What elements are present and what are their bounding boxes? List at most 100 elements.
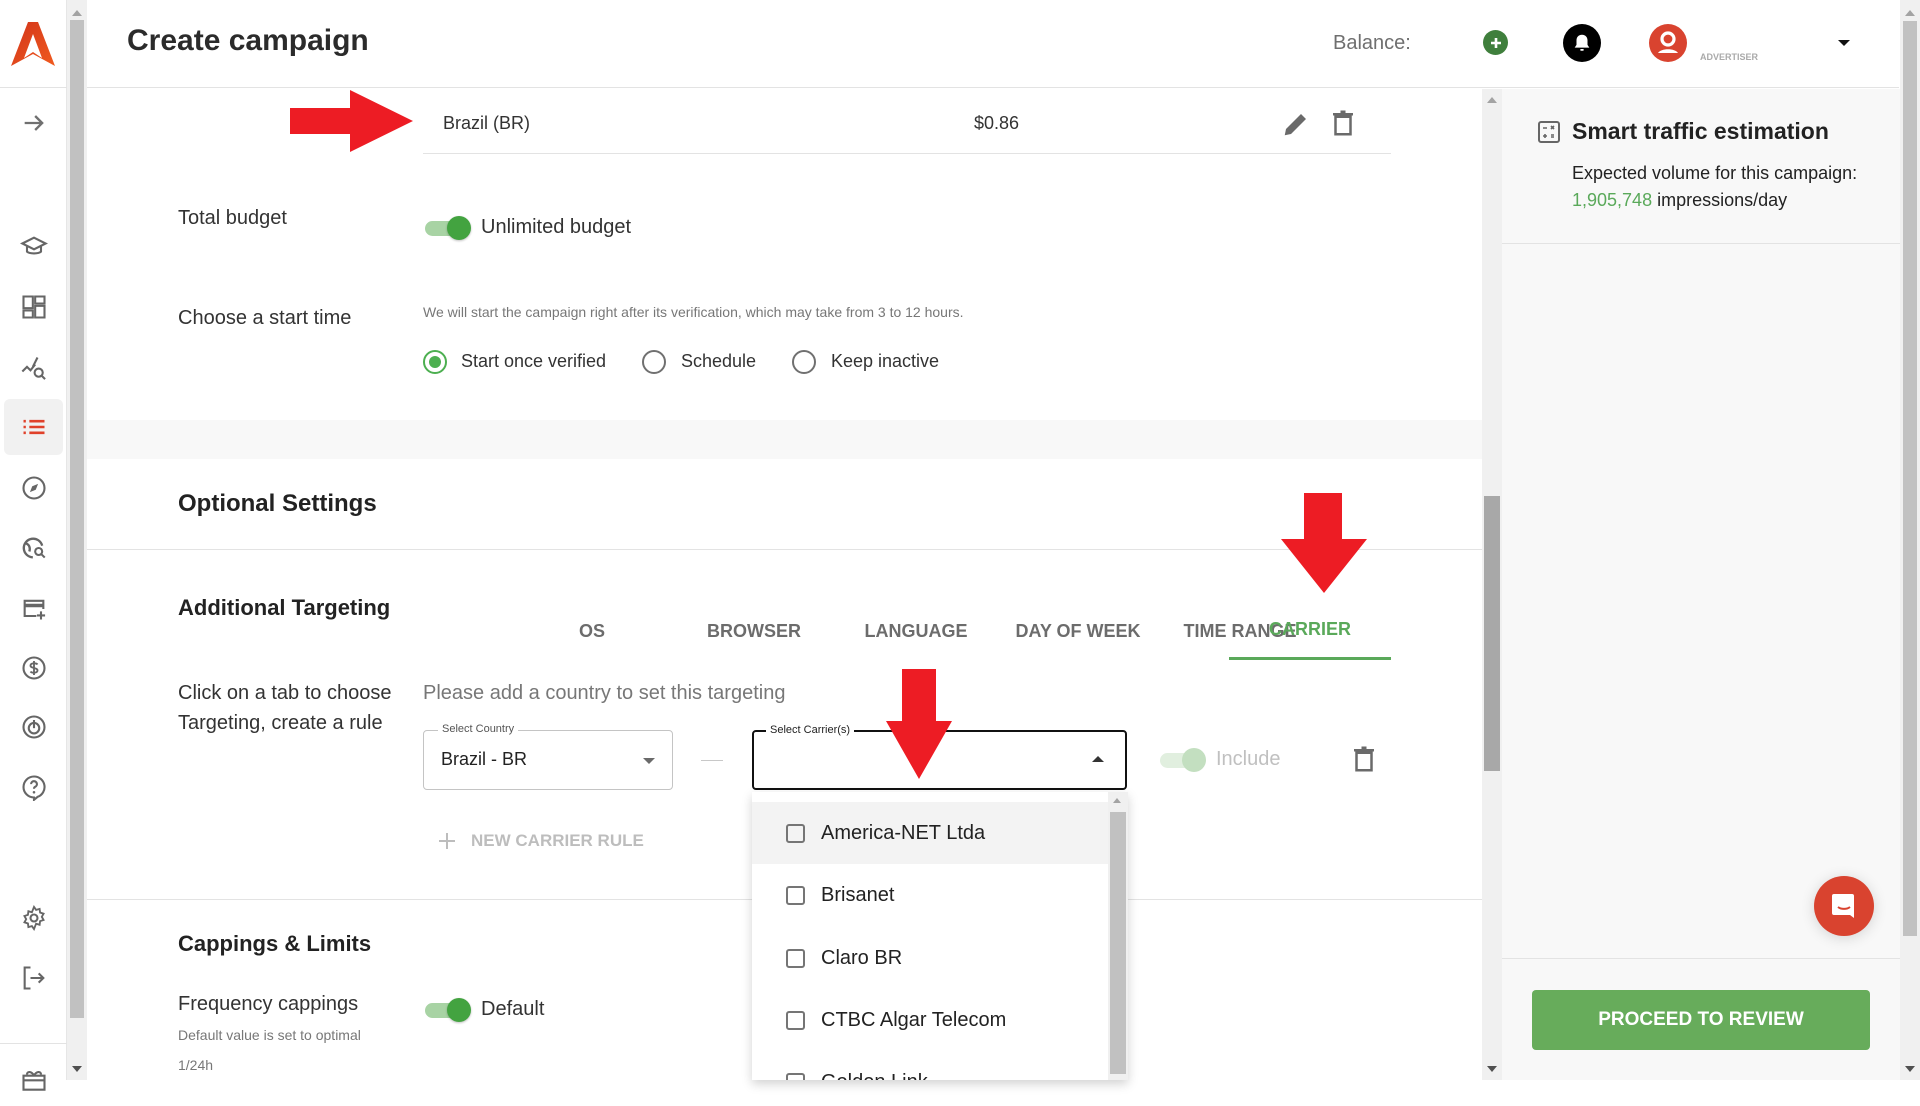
estimation-text: Expected volume for this campaign: 1,905… [1572,160,1857,214]
user-avatar[interactable] [1649,24,1687,62]
add-funds-button[interactable] [1483,30,1508,55]
card-add-icon [23,599,45,620]
radio-label: Start once verified [461,351,607,371]
carrier-option[interactable]: Claro BR [752,927,1108,989]
nav-item-analytics[interactable] [4,340,63,396]
checkbox[interactable] [786,885,805,905]
scroll-up-arrow[interactable] [1905,10,1915,16]
carrier-option-label: CTBC Algar Telecom [821,1008,1007,1031]
plus-icon [1490,37,1501,48]
nav-item-logout[interactable] [4,950,63,1006]
country-select[interactable]: Select Country Brazil - BR [423,723,673,790]
chart-search-icon [21,357,46,380]
plus-icon [439,833,455,849]
carrier-option[interactable]: America-NET Ltda [752,802,1108,864]
list-icon [23,419,44,435]
checkbox[interactable] [786,823,805,843]
tab-day-of-week[interactable]: DAY OF WEEK [997,602,1159,660]
nav-item-geo-search[interactable] [4,520,63,576]
dropdown-scrollbar[interactable] [1108,792,1128,1080]
nav-item-billing[interactable] [4,581,63,637]
include-toggle[interactable] [1158,748,1206,772]
checkbox[interactable] [786,948,805,968]
frequency-cappings-value: 1/24h [178,1057,214,1073]
nav-item-gift[interactable] [4,1050,63,1106]
estimation-volume-line: 1,905,748 impressions/day [1572,187,1857,214]
form-scrollbar[interactable] [1482,89,1502,1080]
carrier-dropdown-menu: America-NET Ltda Brisanet Claro BR CTBC … [752,792,1128,1080]
brand-logo[interactable] [10,20,56,68]
nav-item-help[interactable] [4,759,63,815]
tab-os[interactable]: OS [511,602,673,660]
nav-item-explore[interactable] [4,460,63,516]
delete-icon[interactable] [1328,108,1358,138]
proceed-to-review-button[interactable]: PROCEED TO REVIEW [1532,990,1870,1050]
scroll-up-arrow[interactable] [72,10,82,16]
left-nav [0,0,67,1091]
chevron-up-icon [1092,756,1104,762]
nav-item-finance[interactable] [4,640,63,696]
unlimited-budget-toggle[interactable] [423,216,471,240]
calculator-icon [1538,121,1560,143]
nav-item-settings[interactable] [4,890,63,946]
graduation-cap-icon [19,236,48,255]
divider [1502,243,1900,244]
logout-icon [23,966,45,990]
checkbox[interactable] [786,1010,805,1030]
page-scrollbar[interactable] [67,0,87,1080]
new-carrier-rule-button[interactable]: NEW CARRIER RULE [437,831,644,851]
start-time-hint: We will start the campaign right after i… [423,304,964,320]
divider [1502,958,1900,959]
nav-item-academy[interactable] [4,219,63,275]
notifications-button[interactable] [1563,24,1601,62]
radio-keep-inactive[interactable] [792,350,816,374]
help-bubble-icon [22,775,46,801]
checkbox[interactable] [786,1072,805,1080]
radio-start-once-verified[interactable] [423,350,447,374]
gear-icon [22,904,45,932]
scroll-down-arrow[interactable] [1905,1066,1915,1072]
carrier-option[interactable]: Brisanet [752,864,1108,926]
optional-settings-title: Optional Settings [178,490,377,517]
frequency-default-toggle[interactable] [423,998,471,1022]
window-scrollbar-thumb[interactable] [1903,21,1917,936]
carrier-option[interactable]: CTBC Algar Telecom [752,989,1108,1051]
targeting-help-line1: Click on a tab to choose [178,682,392,704]
dashboard-icon [21,295,46,319]
tab-browser[interactable]: BROWSER [673,602,835,660]
nav-expand-button[interactable] [4,95,63,151]
scroll-up-arrow[interactable] [1113,798,1121,803]
edit-icon[interactable] [1281,109,1311,139]
scroll-up-arrow[interactable] [1487,97,1497,103]
target-icon [21,715,46,739]
chat-support-button[interactable] [1814,876,1874,936]
nav-item-dashboard[interactable] [4,279,63,335]
window-scrollbar[interactable] [1900,0,1920,1080]
estimated-volume: 1,905,748 [1572,190,1653,210]
start-time-label: Choose a start time [178,307,352,329]
user-role: ADVERTISER [1700,52,1759,62]
user-menu-caret[interactable] [1838,40,1850,46]
nav-divider [0,87,67,88]
bell-icon [1574,34,1590,51]
nav-item-campaigns[interactable] [4,399,63,455]
scroll-down-arrow[interactable] [1487,1066,1497,1072]
dropdown-scrollbar-thumb[interactable] [1110,812,1126,1074]
additional-targeting-title: Additional Targeting [178,595,391,620]
chevron-down-icon [643,758,655,764]
delete-rule-icon[interactable] [1349,744,1379,774]
tab-carrier[interactable]: CARRIER [1229,602,1391,660]
page-scrollbar-thumb[interactable] [70,20,84,1018]
targeting-notice: Please add a country to set this targeti… [423,682,786,704]
carrier-option-label: Brisanet [821,883,895,906]
divider [87,549,1482,550]
frequency-default-label: Default [481,998,545,1020]
carrier-option[interactable]: Golden Link [752,1051,1108,1080]
scroll-down-arrow[interactable] [72,1066,82,1072]
nav-item-tracking[interactable] [4,699,63,755]
dollar-icon [21,656,46,680]
radio-schedule[interactable] [642,350,666,374]
tab-language[interactable]: LANGUAGE [835,602,997,660]
form-scrollbar-thumb[interactable] [1484,496,1500,771]
gift-icon [21,1070,46,1091]
